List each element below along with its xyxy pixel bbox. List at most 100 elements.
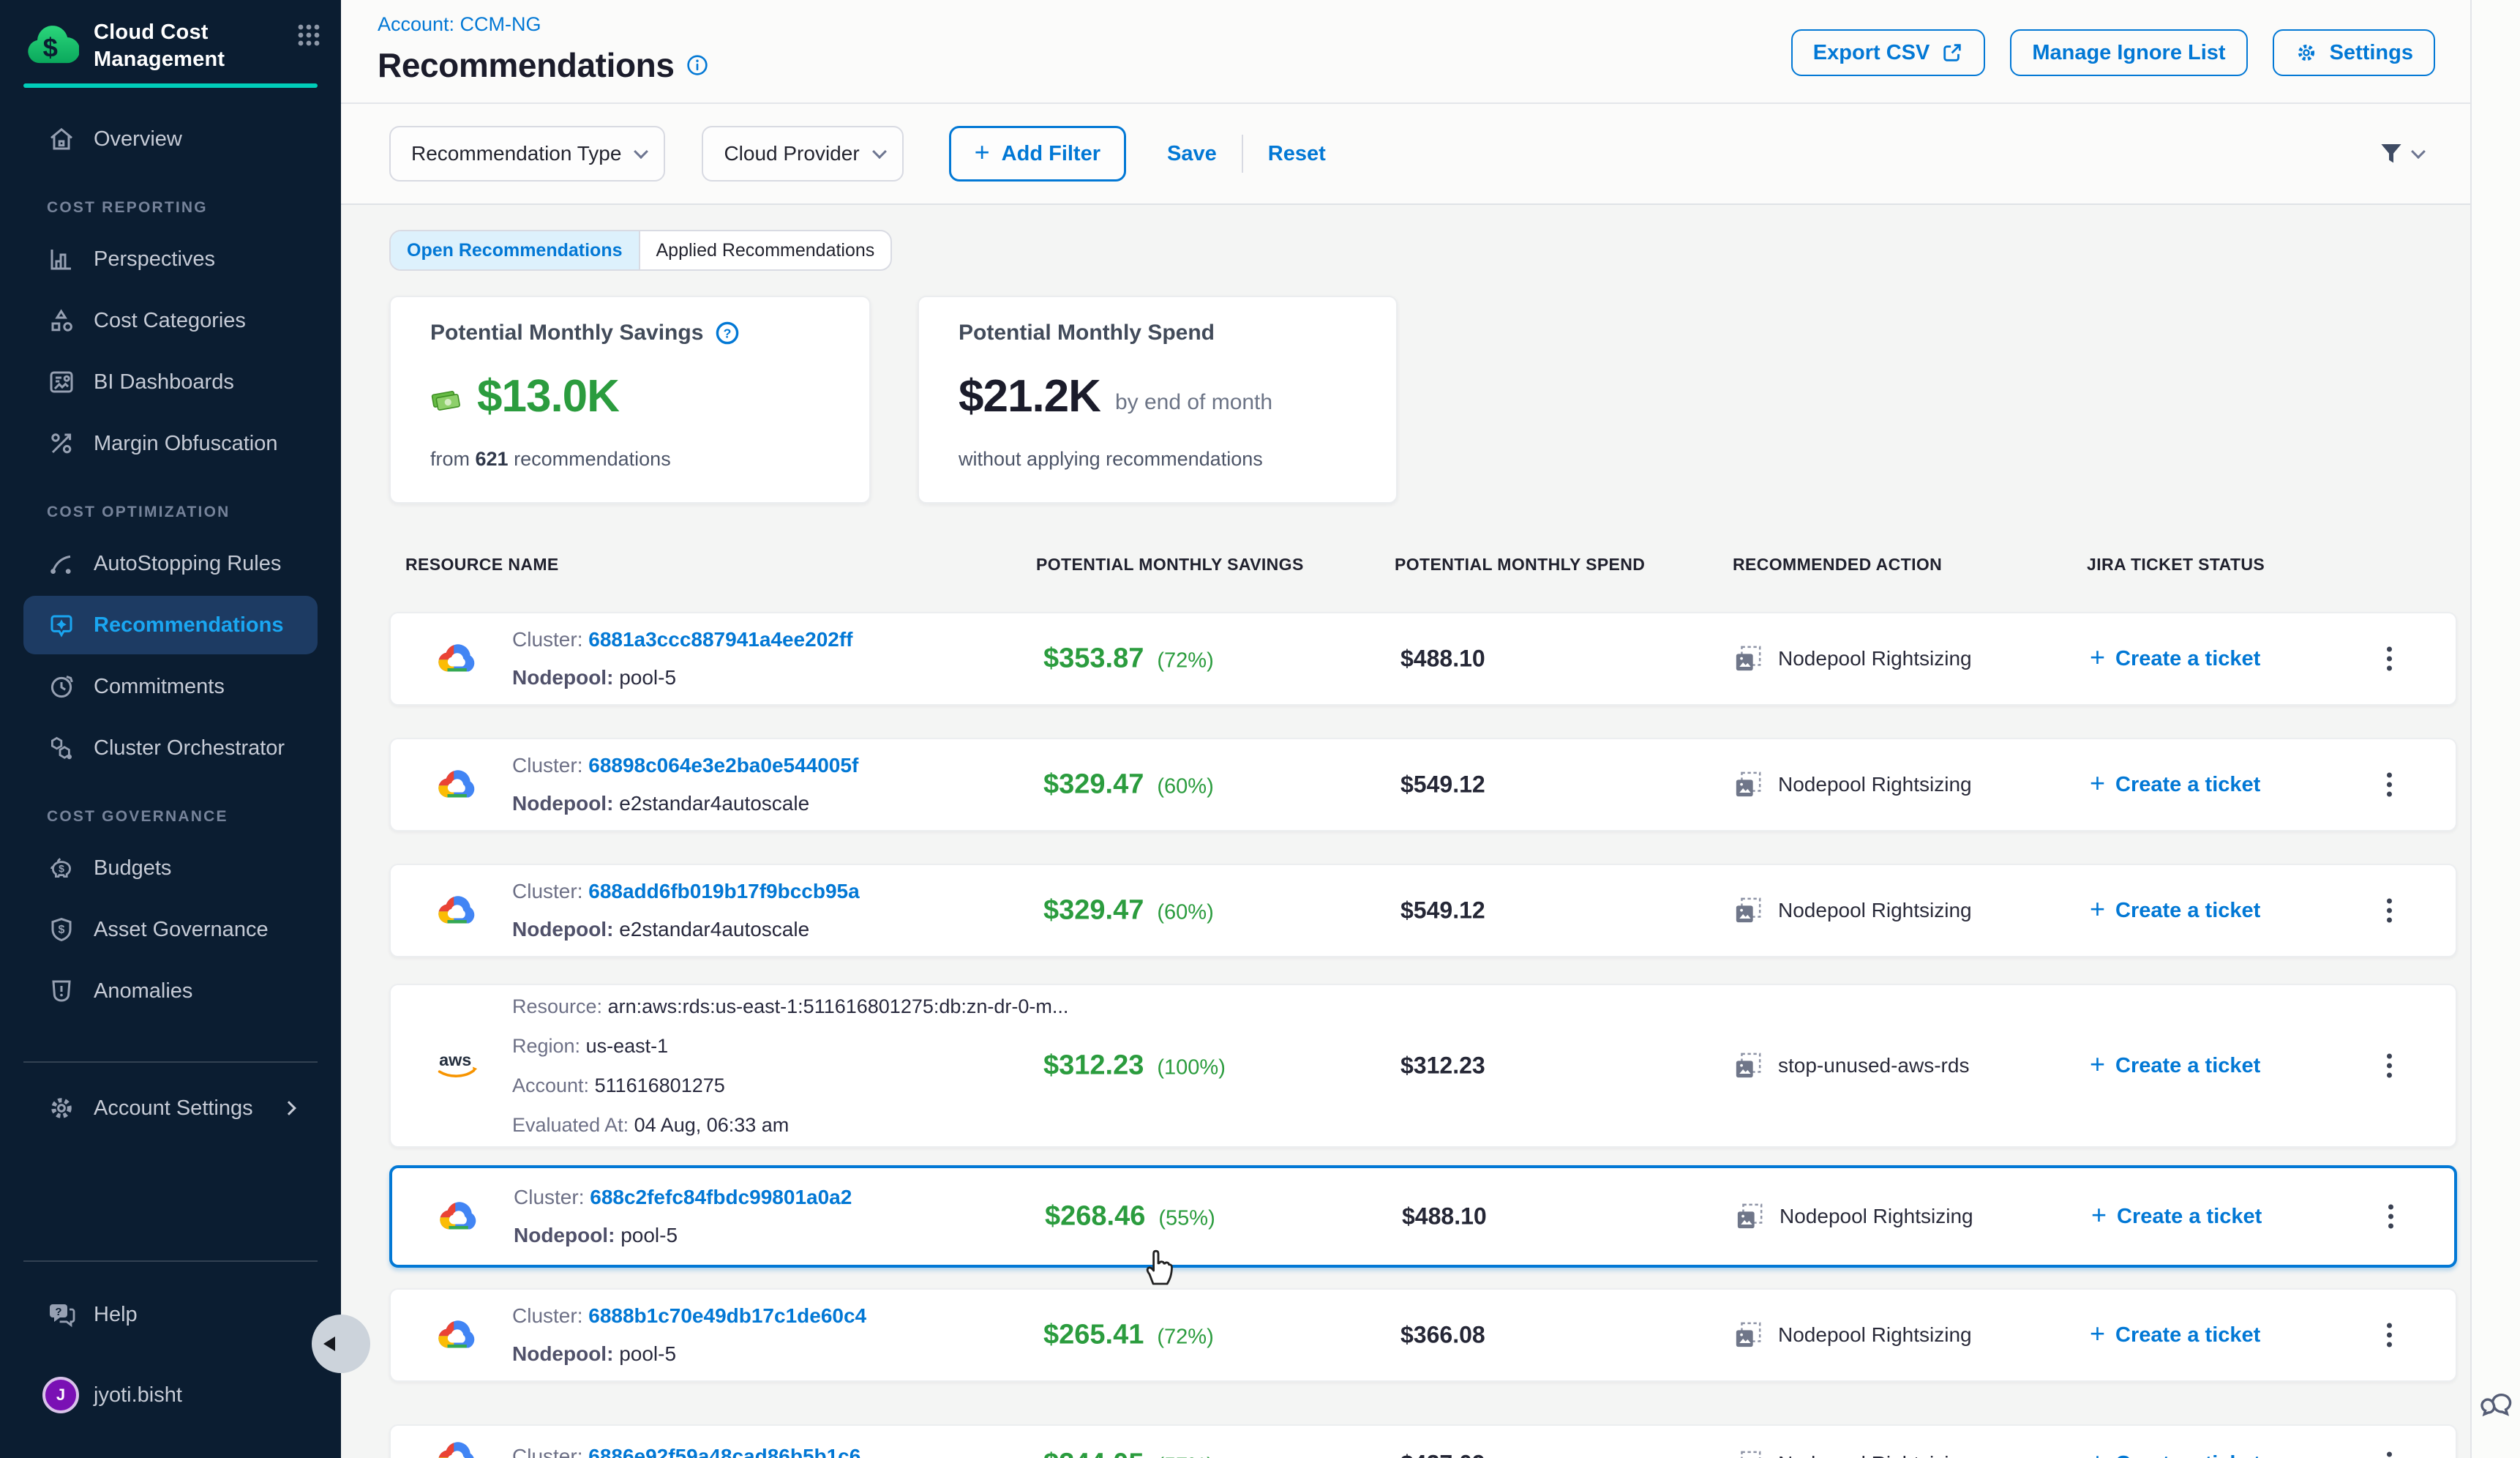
filter-panel-toggle[interactable] <box>2377 139 2423 168</box>
manage-ignore-list-button[interactable]: Manage Ignore List <box>2010 29 2247 76</box>
row-menu-button[interactable] <box>2378 1315 2401 1356</box>
gear-icon <box>47 1094 76 1123</box>
gear-icon <box>2295 41 2318 64</box>
create-ticket-button[interactable]: +Create a ticket <box>2090 645 2260 673</box>
sidebar-item-account-settings[interactable]: Account Settings <box>23 1079 318 1137</box>
resource-link[interactable]: 688c2fefc84fbdc99801a0a2 <box>590 1186 852 1208</box>
potential-monthly-savings: $265.41(72%) <box>1043 1320 1214 1351</box>
settings-button[interactable]: Settings <box>2273 29 2435 76</box>
cloud-provider-dropdown[interactable]: Cloud Provider <box>702 126 903 182</box>
sidebar-item-bi-dashboards[interactable]: BI Dashboards <box>23 353 318 411</box>
recommendation-row[interactable]: Cluster: 68898c064e3e2ba0e544005fNodepoo… <box>389 738 2457 831</box>
potential-monthly-savings: $329.47(60%) <box>1043 895 1214 927</box>
sidebar-item-budgets[interactable]: $Budgets <box>23 839 318 897</box>
row-menu-button[interactable] <box>2378 1443 2401 1458</box>
rightsizing-icon <box>1734 645 1762 673</box>
potential-monthly-spend: $488.10 <box>1402 1203 1487 1230</box>
sidebar-item-autostopping-rules[interactable]: AutoStopping Rules <box>23 534 318 593</box>
tab-open-recommendations[interactable]: Open Recommendations <box>391 231 640 269</box>
row-menu-button[interactable] <box>2378 890 2401 932</box>
right-gutter <box>2470 0 2520 1458</box>
resource-link[interactable]: 68898c064e3e2ba0e544005f <box>588 754 858 777</box>
chat-bubbles-icon[interactable] <box>2479 1385 2517 1423</box>
create-ticket-button[interactable]: +Create a ticket <box>2090 897 2260 924</box>
divider <box>23 1260 318 1262</box>
recommendation-row[interactable]: Cluster: 6886e92f59a48cad86b5b1c6$244.05… <box>389 1424 2457 1458</box>
rightsizing-icon <box>1734 1450 1762 1458</box>
row-menu-button[interactable] <box>2380 1196 2402 1238</box>
row-menu-button[interactable] <box>2378 1045 2401 1087</box>
potential-monthly-spend: $488.10 <box>1400 646 1485 673</box>
recommendation-row[interactable]: awsResource: arn:aws:rds:us-east-1:51161… <box>389 984 2457 1148</box>
account-breadcrumb[interactable]: Account: CCM-NG <box>378 13 541 36</box>
gcp-logo-icon <box>430 1313 483 1357</box>
create-ticket-button[interactable]: +Create a ticket <box>2091 1203 2262 1230</box>
chevron-right-icon <box>282 1101 296 1115</box>
recommendation-row[interactable]: Cluster: 6888b1c70e49db17c1de60c4Nodepoo… <box>389 1288 2457 1382</box>
export-csv-button[interactable]: Export CSV <box>1791 29 1986 76</box>
create-ticket-button[interactable]: +Create a ticket <box>2090 771 2260 799</box>
divider <box>1242 135 1243 173</box>
reset-filter-link[interactable]: Reset <box>1268 142 1326 166</box>
potential-monthly-spend-card: Potential Monthly Spend $21.2K by end of… <box>918 296 1398 504</box>
sidebar-item-recommendations[interactable]: Recommendations <box>23 596 318 654</box>
resource-value: e2standar4autoscale <box>619 918 809 941</box>
sidebar-item-cost-categories[interactable]: Cost Categories <box>23 291 318 350</box>
sidebar-item-commitments[interactable]: Commitments <box>23 657 318 716</box>
gcp-logo-icon <box>430 889 483 932</box>
sidebar-section-label: COST GOVERNANCE <box>47 808 318 826</box>
recommendation-row[interactable]: Cluster: 6881a3ccc887941a4ee202ffNodepoo… <box>389 612 2457 706</box>
main-content: Open Recommendations Applied Recommendat… <box>341 205 2470 1458</box>
clock-icon <box>47 672 76 701</box>
resource-value: us-east-1 <box>586 1035 669 1057</box>
create-ticket-button[interactable]: +Create a ticket <box>2090 1052 2260 1080</box>
resource-value: 511616801275 <box>595 1074 725 1096</box>
recommended-action: Nodepool Rightsizing <box>1734 645 1972 673</box>
gcp-logo-icon <box>430 637 483 681</box>
recommended-action: Nodepool Rightsizing <box>1734 1321 1972 1349</box>
sidebar-item-margin-obfuscation[interactable]: Margin Obfuscation <box>23 414 318 473</box>
resource-link[interactable]: 6881a3ccc887941a4ee202ff <box>588 628 852 651</box>
home-icon <box>47 124 76 154</box>
sidebar-item-perspectives[interactable]: Perspectives <box>23 230 318 288</box>
sidebar-item-help[interactable]: ? Help <box>23 1285 318 1344</box>
recommended-action: Nodepool Rightsizing <box>1736 1203 1973 1230</box>
topbar: Account: CCM-NG Recommendations Export C… <box>341 0 2470 205</box>
recommendation-row[interactable]: Cluster: 688c2fefc84fbdc99801a0a2Nodepoo… <box>389 1165 2457 1268</box>
user-name: jyoti.bisht <box>94 1383 182 1407</box>
recommendation-type-dropdown[interactable]: Recommendation Type <box>389 126 665 182</box>
savings-value: $13.0K <box>477 370 619 422</box>
info-icon[interactable] <box>686 54 708 76</box>
recommendation-row[interactable]: Cluster: 688add6fb019b17f9bccb95aNodepoo… <box>389 864 2457 957</box>
resource-value: pool-5 <box>619 666 676 689</box>
sidebar-item-overview[interactable]: Overview <box>23 110 318 168</box>
row-menu-button[interactable] <box>2378 764 2401 806</box>
sidebar-item-asset-governance[interactable]: $Asset Governance <box>23 900 318 959</box>
tab-applied-recommendations[interactable]: Applied Recommendations <box>640 231 891 269</box>
resource-link[interactable]: 6886e92f59a48cad86b5b1c6 <box>588 1445 860 1458</box>
potential-monthly-savings: $312.23(100%) <box>1043 1050 1226 1082</box>
resource-link[interactable]: 6888b1c70e49db17c1de60c4 <box>588 1304 866 1327</box>
shield-alert-icon <box>47 976 76 1006</box>
resource-link[interactable]: 688add6fb019b17f9bccb95a <box>588 880 859 902</box>
plus-icon: + <box>2090 642 2105 673</box>
sidebar-collapse-handle[interactable] <box>312 1315 370 1373</box>
plus-icon: + <box>2090 1447 2105 1458</box>
cloud-cost-management-app: $ Cloud Cost Management OverviewCOST REP… <box>0 0 2520 1458</box>
svg-text:$: $ <box>59 863 64 875</box>
create-ticket-button[interactable]: +Create a ticket <box>2090 1321 2260 1349</box>
chevron-down-icon <box>2411 144 2426 159</box>
add-filter-button[interactable]: +Add Filter <box>949 126 1126 182</box>
help-chat-icon: ? <box>47 1300 76 1329</box>
rightsizing-icon <box>1736 1203 1763 1230</box>
question-icon[interactable]: ? <box>715 321 740 345</box>
sidebar-item-anomalies[interactable]: Anomalies <box>23 962 318 1020</box>
save-filter-link[interactable]: Save <box>1167 142 1217 166</box>
sidebar: $ Cloud Cost Management OverviewCOST REP… <box>0 0 341 1458</box>
user-menu[interactable]: J jyoti.bisht <box>23 1366 318 1424</box>
app-grid-icon[interactable] <box>297 23 320 47</box>
row-menu-button[interactable] <box>2378 638 2401 680</box>
autostop-icon <box>47 549 76 578</box>
sidebar-item-cluster-orchestrator[interactable]: Cluster Orchestrator <box>23 719 318 777</box>
create-ticket-button[interactable]: +Create a ticket <box>2090 1450 2260 1458</box>
